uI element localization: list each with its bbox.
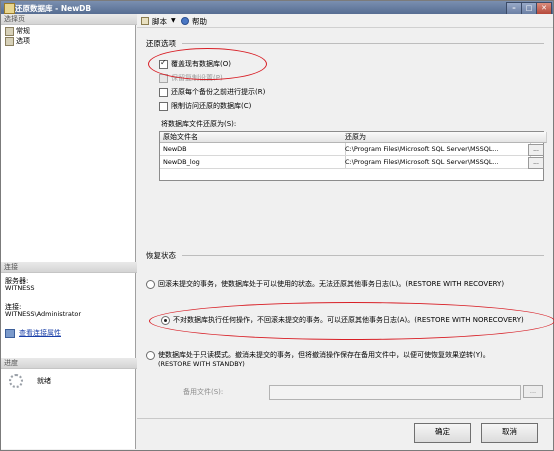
progress-spinner-icon: [9, 374, 23, 388]
properties-icon: [5, 328, 15, 338]
restore-files-label: 将数据库文件还原为(S):: [161, 120, 237, 128]
ok-button[interactable]: 确定: [414, 423, 471, 443]
standby-browse-button[interactable]: ...: [523, 385, 543, 398]
page-item-label: 常规: [16, 27, 30, 35]
standby-option-label-line2: (RESTORE WITH STANDBY): [158, 360, 245, 368]
progress-status: 就绪: [37, 377, 51, 385]
page-item-options[interactable]: 选项: [5, 36, 30, 46]
checkbox-label: 还原每个备份之前进行提示(R): [171, 88, 266, 96]
connection-header: 连接: [1, 262, 139, 273]
keep-replication-checkbox[interactable]: 保留复制设置(P): [159, 73, 223, 83]
checkbox-box: [159, 87, 168, 97]
script-button[interactable]: 脚本: [152, 16, 167, 27]
help-button[interactable]: 帮助: [192, 16, 207, 27]
server-value: WITNESS: [5, 284, 35, 292]
page-item-label: 选项: [16, 37, 30, 45]
page-item-general[interactable]: 常规: [5, 26, 30, 36]
standby-file-input[interactable]: [269, 385, 521, 400]
radio-dot: [146, 279, 155, 289]
group-divider: [182, 43, 544, 44]
grid-cell-restore-as[interactable]: C:\Program Files\Microsoft SQL Server\MS…: [342, 143, 531, 156]
checkbox-label: 限制访问还原的数据库(C): [171, 102, 252, 110]
recovery-state-title: 恢复状态: [146, 251, 176, 260]
browse-button[interactable]: ...: [528, 144, 544, 156]
radio-dot: [146, 350, 155, 360]
standby-option-radio[interactable]: 使数据库处于只读模式。撤消未提交的事务，但将撤消操作保存在备用文件中，以便可使恢…: [146, 350, 490, 360]
restrict-access-checkbox[interactable]: 限制访问还原的数据库(C): [159, 101, 251, 111]
grid-cell-original[interactable]: NewDB_log: [160, 156, 346, 169]
select-page-header: 选择页: [1, 14, 139, 25]
radio-label: 回滚未提交的事务，使数据库处于可以使用的状态。无法还原其他事务日志(L)。(RE…: [158, 280, 505, 288]
window-title: 还原数据库 - NewDB: [15, 4, 92, 13]
norecovery-option-radio[interactable]: 不对数据库执行任何操作，不回滚未提交的事务。可以还原其他事务日志(A)。(RES…: [161, 315, 524, 325]
script-icon: [141, 17, 149, 25]
title-bar: 还原数据库 - NewDB – □ ✕: [1, 1, 553, 15]
radio-label: 不对数据库执行任何操作，不回滚未提交的事务。可以还原其他事务日志(A)。(RES…: [173, 316, 524, 324]
page-icon: [5, 36, 14, 46]
database-icon: [4, 3, 15, 14]
link-label: 查看连接属性: [19, 329, 61, 337]
grid-cell-restore-as[interactable]: C:\Program Files\Microsoft SQL Server\MS…: [342, 156, 531, 169]
overwrite-checkbox[interactable]: 覆盖现有数据库(O): [159, 58, 231, 69]
checkbox-label: 覆盖现有数据库(O): [171, 60, 231, 68]
browse-button[interactable]: ...: [528, 157, 544, 169]
cancel-button[interactable]: 取消: [481, 423, 538, 443]
checkbox-box: [159, 73, 168, 83]
radio-dot: [161, 315, 170, 325]
restore-files-grid: 原始文件名 还原为 NewDB C:\Program Files\Microso…: [159, 131, 547, 181]
page-icon: [5, 26, 14, 36]
checkbox-label: 保留复制设置(P): [171, 74, 223, 82]
recovery-option-radio[interactable]: 回滚未提交的事务，使数据库处于可以使用的状态。无法还原其他事务日志(L)。(RE…: [146, 279, 504, 289]
progress-header: 进度: [1, 358, 139, 369]
script-dropdown-icon[interactable]: ▼: [171, 17, 176, 24]
grid-cell-original[interactable]: NewDB: [160, 143, 346, 156]
column-header-original: 原始文件名: [160, 132, 346, 143]
standby-file-label: 备用文件(S):: [183, 388, 224, 396]
view-connection-properties-link[interactable]: 查看连接属性: [5, 328, 61, 338]
restore-options-title: 还原选项: [146, 39, 176, 48]
radio-label: 使数据库处于只读模式。撤消未提交的事务，但将撤消操作保存在备用文件中，以便可使恢…: [158, 351, 490, 359]
prompt-before-restore-checkbox[interactable]: 还原每个备份之前进行提示(R): [159, 87, 265, 97]
help-icon: [181, 17, 189, 25]
connection-value: WITNESS\Administrator: [5, 310, 82, 318]
footer-divider: [137, 418, 553, 419]
group-divider: [182, 255, 544, 256]
toolbar: 脚本 ▼ 帮助: [137, 14, 553, 28]
column-header-restore-as: 还原为: [342, 132, 547, 143]
checkbox-box: [159, 101, 168, 111]
left-panel: 选择页 常规 选项 连接 服务器: WITNESS 连接: WITNESS\Ad…: [1, 14, 139, 449]
checkbox-box: [159, 58, 168, 69]
